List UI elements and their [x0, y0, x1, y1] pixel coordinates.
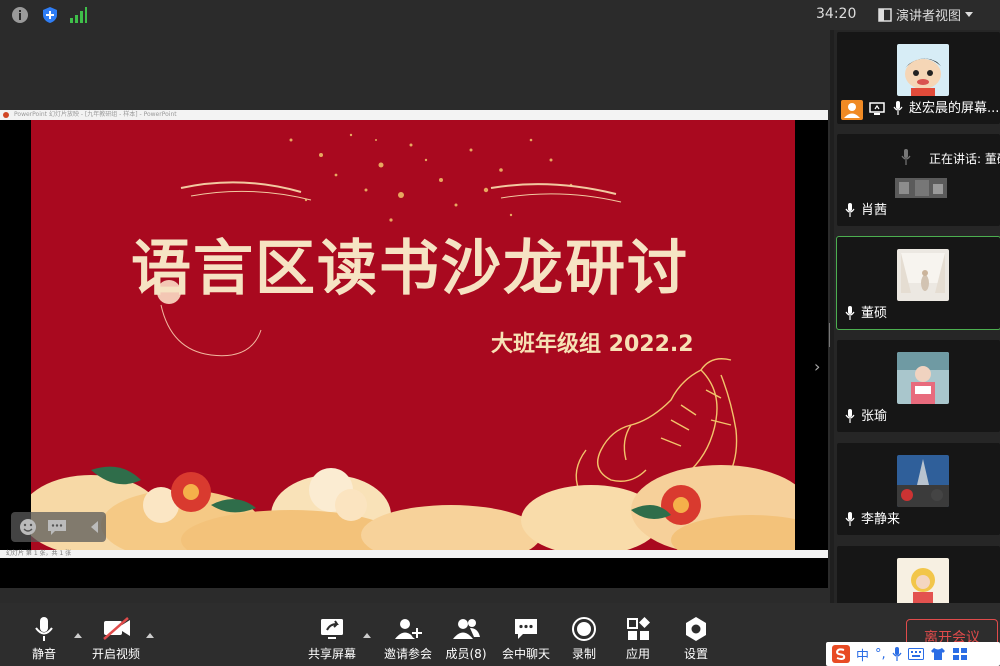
chat-label: 会中聊天	[501, 647, 550, 661]
avatar	[897, 455, 949, 507]
avatar	[897, 558, 949, 603]
settings-label: 设置	[683, 647, 708, 661]
participant-name: 赵宏晨的屏幕...	[909, 101, 1000, 116]
mute-label: 静音	[31, 647, 56, 661]
top-bar: 34:20 演讲者视图	[0, 0, 1000, 30]
participant-tile[interactable]: 李静来	[837, 443, 1000, 535]
photo-avatar-icon	[897, 558, 949, 603]
punctuation-icon[interactable]: °,	[875, 647, 886, 662]
participant-name: 董硕	[861, 306, 888, 321]
apps-label: 应用	[625, 647, 650, 661]
participant-name: 张瑜	[861, 409, 888, 424]
user-icon	[844, 103, 860, 118]
record-label: 录制	[571, 647, 596, 661]
invite-button[interactable]: 邀请参会	[382, 615, 434, 662]
participant-tile[interactable]: 张瑜	[837, 340, 1000, 432]
apps-icon	[627, 617, 650, 640]
ppt-window-title: PowerPoint 幻灯片放映 - [九年教研组 - 样本] - PowerP…	[14, 111, 177, 118]
cartoon-avatar-icon	[897, 44, 949, 96]
share-options-caret[interactable]	[363, 633, 371, 638]
video-off-icon	[103, 617, 130, 640]
collapse-arrow-icon[interactable]	[91, 521, 99, 533]
shield-icon[interactable]	[40, 5, 60, 25]
add-user-icon	[395, 619, 423, 639]
start-video-label: 开启视频	[91, 647, 140, 661]
shared-screen-stage: PowerPoint 幻灯片放映 - [九年教研组 - 样本] - PowerP…	[0, 30, 830, 603]
toolbox-icon[interactable]	[952, 647, 968, 661]
members-label: 成员(8)	[445, 647, 487, 661]
share-screen-button[interactable]: 共享屏幕	[306, 615, 358, 662]
annotation-float-bar[interactable]	[11, 512, 106, 542]
ime-toolbar[interactable]: 中 °,	[826, 642, 1000, 666]
mic-icon	[901, 149, 911, 165]
sogou-logo-icon	[832, 645, 850, 663]
chevron-right-icon[interactable]: ›	[814, 357, 820, 376]
view-switch-label: 演讲者视图	[896, 9, 962, 24]
participant-tile-active[interactable]: 董硕	[836, 236, 1000, 330]
chat-button[interactable]: 会中聊天	[500, 615, 552, 662]
speaking-indicator: 正在讲话: 董硕	[929, 152, 1000, 166]
mic-icon	[845, 409, 855, 423]
members-icon	[453, 619, 480, 639]
view-switch-button[interactable]: 演讲者视图	[878, 5, 974, 24]
share-screen-icon	[321, 619, 343, 639]
participant-tile[interactable]: 正在讲话: 董硕 肖茜	[837, 134, 1000, 226]
info-icon[interactable]	[10, 5, 30, 25]
signal-icon[interactable]	[68, 5, 88, 25]
layout-icon	[878, 7, 892, 22]
slide-title: 语言区读书沙龙研讨	[131, 234, 689, 304]
mic-icon	[35, 617, 53, 641]
meeting-timer: 34:20	[816, 6, 857, 22]
comment-icon[interactable]	[47, 518, 67, 536]
invite-label: 邀请参会	[383, 647, 432, 661]
record-icon	[572, 617, 596, 641]
participant-tile[interactable]: 赵宏晨的屏幕...	[837, 32, 1000, 124]
keyboard-icon[interactable]	[907, 648, 924, 660]
chat-icon	[515, 619, 537, 639]
photo-avatar-icon	[897, 455, 949, 507]
participant-name: 李静来	[861, 512, 901, 527]
slide: 语言区读书沙龙研讨 大班年级组 2022.2	[31, 120, 795, 550]
powerpoint-window: PowerPoint 幻灯片放映 - [九年教研组 - 样本] - PowerP…	[0, 110, 828, 588]
participant-sidebar: 赵宏晨的屏幕... 正在讲话: 董硕 肖茜	[834, 30, 1000, 603]
photo-avatar-icon	[897, 249, 949, 301]
ppt-title-bar: PowerPoint 幻灯片放映 - [九年教研组 - 样本] - PowerP…	[0, 110, 828, 120]
avatar	[897, 352, 949, 404]
host-badge	[841, 100, 863, 120]
apps-button[interactable]: 应用	[620, 615, 656, 662]
powerpoint-icon	[3, 112, 9, 118]
avatar	[897, 249, 949, 301]
video-frame-icon	[895, 178, 947, 198]
screen-share-icon	[869, 102, 885, 115]
share-screen-label: 共享屏幕	[307, 647, 356, 661]
participant-name: 肖茜	[861, 203, 888, 218]
slide-subtitle: 大班年级组 2022.2	[491, 332, 694, 357]
ppt-status-bar: 幻灯片 第 1 张，共 1 张	[0, 550, 828, 558]
settings-icon	[686, 617, 706, 641]
skin-icon[interactable]	[930, 647, 946, 661]
ime-mode[interactable]: 中	[856, 645, 869, 664]
mic-icon	[845, 203, 855, 217]
video-thumbnail	[895, 178, 947, 198]
record-button[interactable]: 录制	[566, 615, 602, 662]
mic-icon	[845, 306, 855, 320]
emoji-icon[interactable]	[19, 518, 37, 536]
video-options-caret[interactable]	[146, 633, 154, 638]
mic-icon	[893, 101, 903, 115]
photo-avatar-icon	[897, 352, 949, 404]
chevron-down-icon	[965, 11, 974, 17]
settings-button[interactable]: 设置	[678, 615, 714, 662]
voice-input-icon[interactable]	[892, 647, 902, 661]
mute-options-caret[interactable]	[74, 633, 82, 638]
start-video-button[interactable]: 开启视频	[88, 615, 144, 662]
avatar	[897, 44, 949, 96]
participant-tile[interactable]	[837, 546, 1000, 603]
mute-button[interactable]: 静音	[22, 615, 66, 662]
mic-icon	[845, 512, 855, 526]
members-button[interactable]: 成员(8)	[444, 615, 488, 662]
